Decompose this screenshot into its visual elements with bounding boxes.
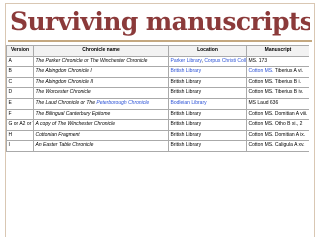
cell-location: Bodleian Library <box>168 97 247 110</box>
cell-version: E <box>6 97 34 110</box>
slide-frame-right <box>314 3 315 237</box>
link[interactable]: Cotton MS. <box>249 68 274 74</box>
cell-version: H <box>6 129 34 142</box>
cell-location: Parker Library, Corpus Christi College <box>168 55 247 68</box>
cell-text: British Library <box>170 110 202 117</box>
cell-text: MS. 173 <box>248 57 268 64</box>
cell-version: A <box>6 55 34 68</box>
cell-manuscript: Cotton MS. Caligula A xv. <box>246 140 309 152</box>
cell-version: G or A2 or W <box>6 119 34 131</box>
cell-chronicle-name: The Bilingual Canterbury Epitome <box>33 108 169 121</box>
cell-text: The Bilingual Canterbury Epitome <box>35 110 111 117</box>
cell-location: British Library <box>168 87 247 99</box>
cell-text: A copy of The Winchester Chronicle <box>35 121 116 128</box>
table-row: C The Abingdon Chronicle II British Librar… <box>6 76 309 89</box>
slide-title: Surviving manuscripts <box>10 7 310 36</box>
cell-text: Cotton MS. Domitian A viii. <box>248 110 308 117</box>
cell-manuscript: MS Laud 636 <box>246 97 309 110</box>
cell-manuscript: Cotton MS. Tiberius B i. <box>246 76 309 89</box>
manuscripts-table-container: Version Chronicle name Location Manuscri… <box>6 45 309 210</box>
cell-text: MS Laud 636 <box>248 99 279 106</box>
cell-text: An Easter Table Chronicle <box>35 142 94 149</box>
cell-text: Cotton MS. Tiberius B i. <box>248 78 302 85</box>
link[interactable]: Parker Library <box>171 58 202 64</box>
cell-manuscript: Cotton MS. Domitian A viii. <box>246 108 309 121</box>
cell-text: Cotton MS. Tiberius B iv. <box>248 89 304 96</box>
cell-version: B <box>6 66 34 78</box>
table-header-row: Version Chronicle name Location Manuscri… <box>6 45 309 57</box>
cell-chronicle-name: The Laud Chronicle or The Peterborough C… <box>33 97 169 110</box>
table-row: I An Easter Table Chronicle British Librar… <box>6 140 309 152</box>
cell-manuscript: Cotton MS. Tiberius A vi. <box>246 66 309 78</box>
cell-manuscript: MS. 173 <box>246 55 309 68</box>
column-header-manuscript: Manuscript <box>246 45 309 57</box>
column-header-location: Location <box>168 45 247 57</box>
cell-text: Tiberius A vi. <box>273 68 303 75</box>
cell-manuscript: Cotton MS. Domitian A ix. <box>246 129 309 142</box>
link[interactable]: British Library <box>171 68 202 74</box>
cell-chronicle-name: Cottonian Fragment <box>33 129 169 142</box>
cell-chronicle-name: A copy of The Winchester Chronicle <box>33 119 169 131</box>
column-header-version: Version <box>6 45 34 57</box>
cell-location: British Library <box>168 76 247 89</box>
cell-location: British Library <box>168 66 247 78</box>
cell-text: The Laud Chronicle or The <box>35 99 97 106</box>
cell-text: British Library <box>170 89 202 96</box>
cell-version: F <box>6 108 34 121</box>
manuscripts-table: Version Chronicle name Location Manuscri… <box>6 45 309 152</box>
column-header-chronicle-name: Chronicle name <box>33 45 169 57</box>
cell-version: C <box>6 76 34 89</box>
cell-text: The Worcester Chronicle <box>35 89 91 96</box>
cell-version: I <box>6 140 34 152</box>
table-row: G or A2 or WA copy of The Winchester Chr… <box>6 119 309 131</box>
cell-manuscript: Cotton MS. Tiberius B iv. <box>246 87 309 99</box>
cell-text: The Abingdon Chronicle II <box>35 78 94 85</box>
cell-text: Cotton MS. Domitian A ix. <box>248 131 306 138</box>
title-divider <box>8 40 312 42</box>
cell-location: British Library <box>168 140 247 152</box>
table-row: H Cottonian Fragment British Library Cotton… <box>6 129 309 142</box>
cell-text: British Library <box>170 142 202 149</box>
cell-chronicle-name: The Parker Chronicle or The Winchester C… <box>33 55 169 68</box>
link[interactable]: Bodleian Library <box>171 100 207 106</box>
cell-manuscript: Cotton MS. Otho B xi., 2 <box>246 119 309 131</box>
cell-location: British Library <box>168 108 247 121</box>
cell-text: British Library <box>170 131 202 138</box>
cell-text: Cotton MS. Caligula A xv. <box>248 142 305 149</box>
cell-location: British Library <box>168 129 247 142</box>
cell-chronicle-name: The Abingdon Chronicle I <box>33 66 169 78</box>
table-row: D The Worcester Chronicle British Library C… <box>6 87 309 99</box>
cell-text: British Library <box>170 121 202 128</box>
cell-text: British Library <box>170 78 202 85</box>
cell-text: The Parker Chronicle or The Winchester C… <box>35 57 148 64</box>
cell-chronicle-name: The Worcester Chronicle <box>33 87 169 99</box>
table-row: A The Parker Chronicle or The Winchester … <box>6 55 309 68</box>
cell-chronicle-name: An Easter Table Chronicle <box>33 140 169 152</box>
cell-text: Cottonian Fragment <box>35 131 80 138</box>
cell-text: The Abingdon Chronicle I <box>35 68 92 75</box>
table-row: E The Laud Chronicle or The Peterborough … <box>6 97 309 110</box>
link[interactable]: Corpus Christi College <box>204 58 245 64</box>
table-row: B The Abingdon Chronicle I British Library… <box>6 66 309 78</box>
cell-text: Cotton MS. Otho B xi., 2 <box>248 121 303 128</box>
cell-chronicle-name: The Abingdon Chronicle II <box>33 76 169 89</box>
table-row: F The Bilingual Canterbury Epitome British… <box>6 108 309 121</box>
cell-location: British Library <box>168 119 247 131</box>
cell-version: D <box>6 87 34 99</box>
link[interactable]: Peterborough Chronicle <box>96 100 149 106</box>
